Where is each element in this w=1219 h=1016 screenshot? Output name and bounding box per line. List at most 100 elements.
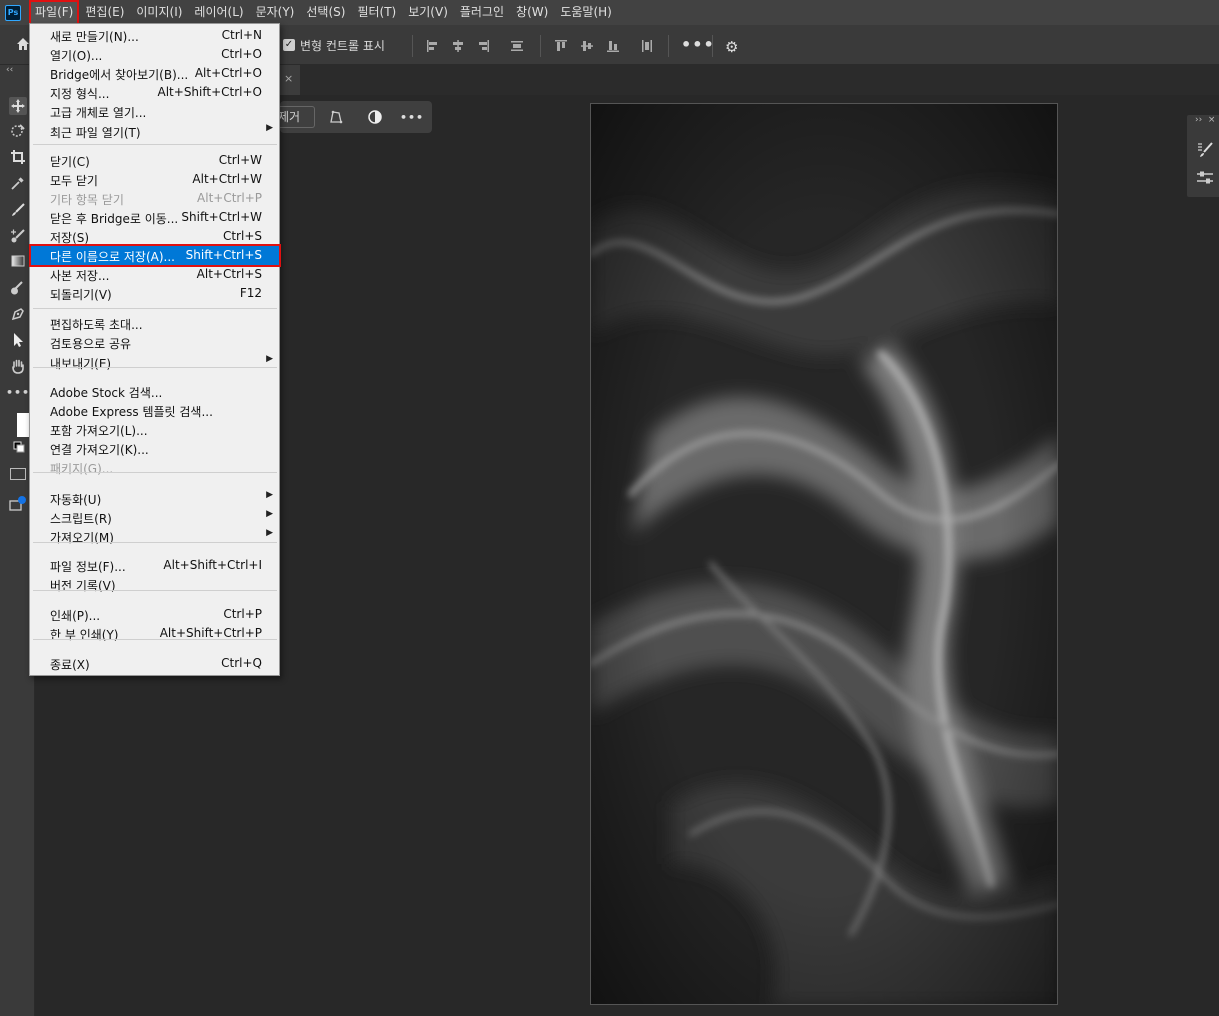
menu-item-version-history[interactable]: 버전 기록(V)	[31, 575, 279, 594]
align-left-edges-icon[interactable]	[426, 39, 440, 53]
menu-item-open-as[interactable]: 지정 형식... Alt+Shift+Ctrl+O	[31, 83, 279, 102]
close-tab-icon[interactable]: ×	[284, 72, 293, 85]
menu-item-label: 패키지(G)...	[50, 462, 114, 476]
menu-item-share-for-review[interactable]: 검토용으로 공유	[31, 333, 279, 352]
menu-item-place-linked[interactable]: 연결 가져오기(K)...	[31, 439, 279, 458]
menu-item-search-adobe-stock[interactable]: Adobe Stock 검색...	[31, 382, 279, 401]
path-selection-tool-icon[interactable]	[9, 331, 27, 349]
menu-item-save-a-copy[interactable]: 사본 저장... Alt+Ctrl+S	[31, 265, 279, 284]
menu-window[interactable]: 창(W)	[510, 0, 554, 25]
menu-item-label: 내보내기(E)	[50, 357, 112, 371]
menu-item-close-and-go-to-bridge[interactable]: 닫은 후 Bridge로 이동... Shift+Ctrl+W	[31, 208, 279, 227]
ellipsis-icon[interactable]: •••	[681, 35, 715, 54]
home-icon[interactable]	[16, 37, 30, 51]
menu-item-exit[interactable]: 종료(X) Ctrl+Q	[31, 654, 279, 673]
move-tool-icon[interactable]	[9, 97, 27, 115]
menu-item-import[interactable]: 가져오기(M) ▶	[31, 527, 279, 546]
remove-button-label: 제거	[280, 110, 301, 124]
gear-icon[interactable]: ⚙	[725, 38, 738, 56]
menu-item-browse-in-bridge[interactable]: Bridge에서 찾아보기(B)... Alt+Ctrl+O	[31, 64, 279, 83]
menu-layer[interactable]: 레이어(L)	[188, 0, 249, 25]
panel-dock-header[interactable]: ›› ×	[1195, 115, 1215, 125]
quick-mask-icon[interactable]	[10, 468, 26, 480]
transform-icon[interactable]	[328, 109, 344, 125]
menu-plugins[interactable]: 플러그인	[454, 0, 510, 25]
menu-file[interactable]: 파일(F)	[29, 0, 80, 25]
align-top-edges-icon[interactable]	[554, 39, 568, 53]
menu-item-save-as[interactable]: 다른 이름으로 저장(A)... Shift+Ctrl+S	[29, 244, 281, 267]
menu-item-shortcut: Ctrl+O	[221, 47, 262, 61]
menu-separator	[33, 308, 277, 309]
generative-icon[interactable]	[9, 495, 27, 513]
object-selection-tool-icon[interactable]	[9, 122, 27, 140]
menu-item-open[interactable]: 열기(O)... Ctrl+O	[31, 45, 279, 64]
menu-item-shortcut: Ctrl+W	[218, 153, 262, 167]
distribute-vertical-icon[interactable]	[510, 39, 524, 53]
menu-select[interactable]: 선택(S)	[300, 0, 351, 25]
menu-help[interactable]: 도움말(H)	[554, 0, 618, 25]
transform-controls-checkbox[interactable]: ✓	[283, 39, 295, 51]
menu-item-label: 가져오기(M)	[50, 531, 114, 545]
transform-controls-label: 변형 컨트롤 표시	[300, 39, 385, 53]
menu-item-close-all[interactable]: 모두 닫기 Alt+Ctrl+W	[31, 170, 279, 189]
menu-item-export[interactable]: 내보내기(E) ▶	[31, 353, 279, 372]
healing-brush-tool-icon[interactable]	[9, 227, 27, 245]
menu-item-search-adobe-express-templates[interactable]: Adobe Express 템플릿 검색...	[31, 401, 279, 420]
align-right-edges-icon[interactable]	[476, 39, 490, 53]
menu-filter[interactable]: 필터(T)	[351, 0, 402, 25]
menu-item-new[interactable]: 새로 만들기(N)... Ctrl+N	[31, 26, 279, 45]
brush-tool-icon[interactable]	[9, 201, 27, 219]
menu-item-invite-to-edit[interactable]: 편집하도록 초대...	[31, 314, 279, 333]
submenu-arrow-icon: ▶	[266, 509, 273, 519]
submenu-arrow-icon: ▶	[266, 528, 273, 538]
edit-toolbar-icon[interactable]: •••	[6, 383, 29, 401]
menu-item-file-info[interactable]: 파일 정보(F)... Alt+Shift+Ctrl+I	[31, 556, 279, 575]
menu-image[interactable]: 이미지(I)	[130, 0, 188, 25]
menu-item-label: 검토용으로 공유	[50, 337, 132, 351]
menu-item-shortcut: Alt+Ctrl+W	[192, 172, 262, 186]
more-options-icon[interactable]: •••	[400, 109, 423, 125]
menu-item-revert[interactable]: 되돌리기(V) F12	[31, 284, 279, 303]
menu-item-close[interactable]: 닫기(C) Ctrl+W	[31, 151, 279, 170]
menu-item-print[interactable]: 인쇄(P)... Ctrl+P	[31, 605, 279, 624]
collapse-toolbar-icon[interactable]: ‹‹	[6, 65, 13, 75]
menu-item-label: 최근 파일 열기(T)	[50, 126, 141, 140]
menu-item-label: 새로 만들기(N)...	[50, 30, 139, 44]
menu-type[interactable]: 문자(Y)	[250, 0, 301, 25]
menu-item-shortcut: Ctrl+S	[222, 229, 262, 243]
eyedropper-tool-icon[interactable]	[9, 174, 27, 192]
menu-item-save[interactable]: 저장(S) Ctrl+S	[31, 227, 279, 246]
swap-colors-icon[interactable]	[13, 441, 25, 453]
gradient-tool-icon[interactable]	[9, 252, 27, 270]
pen-tool-icon[interactable]	[9, 305, 27, 323]
menu-item-shortcut: Ctrl+N	[221, 28, 262, 42]
menu-item-scripts[interactable]: 스크립트(R) ▶	[31, 508, 279, 527]
hand-tool-icon[interactable]	[9, 357, 27, 375]
brush-settings-icon[interactable]	[1196, 141, 1214, 159]
divider	[412, 35, 413, 57]
menu-item-open-as-smart-object[interactable]: 고급 개체로 열기...	[31, 102, 279, 121]
menu-item-open-recent[interactable]: 최근 파일 열기(T) ▶	[31, 122, 279, 141]
align-bottom-edges-icon[interactable]	[606, 39, 620, 53]
menu-item-label: 다른 이름으로 저장(A)...	[50, 250, 175, 264]
menu-item-shortcut: Ctrl+P	[223, 607, 262, 621]
menu-item-place-embedded[interactable]: 포함 가져오기(L)...	[31, 420, 279, 439]
menu-item-automate[interactable]: 자동화(U) ▶	[31, 489, 279, 508]
menu-edit[interactable]: 편집(E)	[79, 0, 130, 25]
document-canvas[interactable]	[590, 103, 1058, 1005]
dodge-tool-icon[interactable]	[9, 279, 27, 297]
menu-item-print-one-copy[interactable]: 한 부 인쇄(Y) Alt+Shift+Ctrl+P	[31, 624, 279, 643]
menu-item-shortcut: Shift+Ctrl+W	[181, 210, 262, 224]
menu-item-label: 파일 정보(F)...	[50, 560, 126, 574]
align-vertical-centers-icon[interactable]	[580, 39, 594, 53]
adjustment-icon[interactable]	[367, 109, 383, 125]
distribute-horizontal-icon[interactable]	[640, 39, 654, 53]
align-horizontal-centers-icon[interactable]	[451, 39, 465, 53]
menu-item-label: 버전 기록(V)	[50, 579, 116, 593]
remove-background-button[interactable]: 제거	[280, 106, 315, 128]
adjustments-panel-icon[interactable]	[1196, 169, 1214, 187]
menu-item-label: 모두 닫기	[50, 174, 98, 188]
menu-item-label: 편집하도록 초대...	[50, 318, 143, 332]
menu-view[interactable]: 보기(V)	[402, 0, 454, 25]
crop-tool-icon[interactable]	[9, 148, 27, 166]
